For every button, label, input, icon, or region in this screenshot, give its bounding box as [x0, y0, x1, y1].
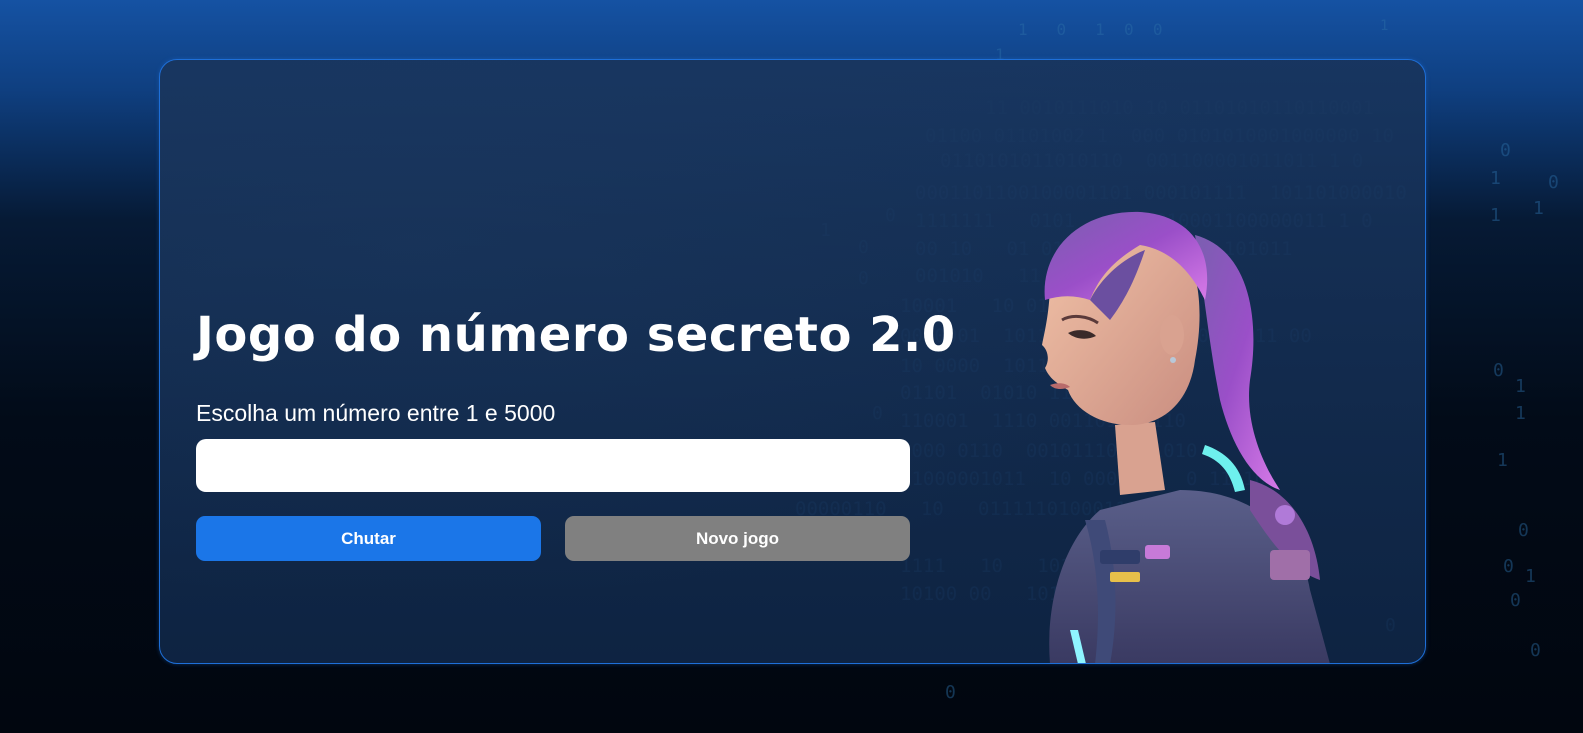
new-game-button[interactable]: Novo jogo: [565, 516, 910, 561]
game-content: Jogo do número secreto 2.0 Escolha um nú…: [196, 305, 956, 561]
page-title: Jogo do número secreto 2.0: [196, 307, 956, 363]
guess-button[interactable]: Chutar: [196, 516, 541, 561]
guess-input[interactable]: [196, 439, 910, 492]
action-buttons: Chutar Novo jogo: [196, 516, 910, 561]
robot-girl-illustration-icon: [1042, 211, 1330, 663]
instruction-text: Escolha um número entre 1 e 5000: [196, 400, 556, 426]
game-container: Jogo do número secreto 2.0 Escolha um nú…: [159, 59, 1426, 664]
